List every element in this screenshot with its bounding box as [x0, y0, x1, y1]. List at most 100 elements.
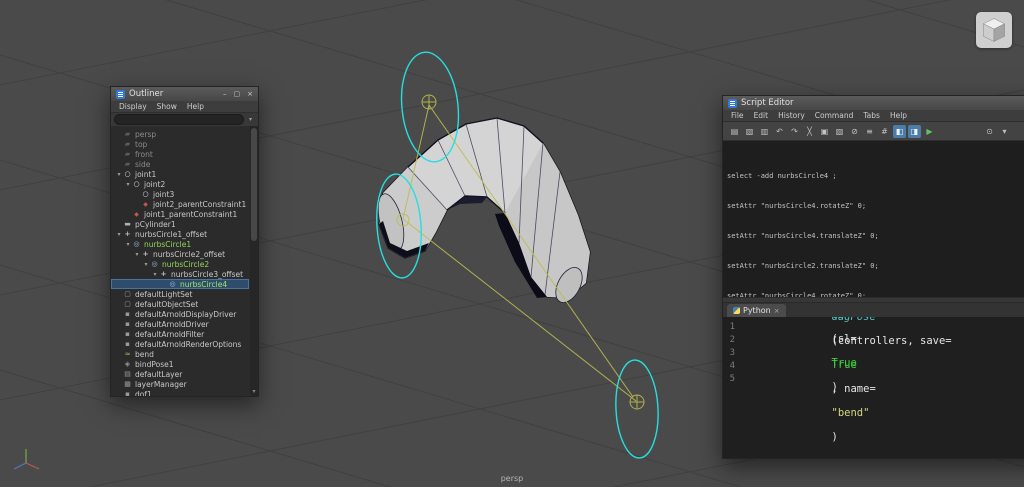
save-script-icon[interactable]: ▥ [758, 125, 771, 138]
item-label: joint3 [153, 190, 174, 199]
clear-history-icon[interactable]: ⊘ [848, 125, 861, 138]
expand-arrow-icon[interactable]: ▾ [124, 181, 132, 188]
redo-icon[interactable]: ↷ [788, 125, 801, 138]
outliner-item[interactable]: nurbsCircle4 [111, 279, 249, 289]
completion-toggle-icon[interactable]: ◨ [908, 125, 921, 138]
outliner-item[interactable]: defaultArnoldRenderOptions [111, 339, 249, 349]
paste-icon[interactable]: ▨ [833, 125, 846, 138]
outliner-item[interactable]: ▾ nurbsCircle1 [111, 239, 249, 249]
script-editor-menu-item[interactable]: Help [885, 111, 912, 120]
history-pane[interactable]: select -add nurbsCircle4 ; setAttr "nurb… [723, 141, 1024, 297]
outliner-item[interactable]: dof1 [111, 389, 249, 396]
view-cube-icon [979, 15, 1009, 45]
outliner-item[interactable]: ▾ nurbsCircle2 [111, 259, 249, 269]
outliner-item[interactable]: ▾ nurbsCircle2_offset [111, 249, 249, 259]
item-label: nurbsCircle4 [180, 280, 227, 289]
outliner-item[interactable]: top [111, 139, 249, 149]
item-type-icon [141, 199, 150, 210]
history-line: select -add nurbsCircle4 ; [727, 173, 1024, 181]
outliner-item[interactable]: ▾ joint1 [111, 169, 249, 179]
code-segment: dagPose [832, 317, 876, 323]
script-editor-menu-item[interactable]: Edit [749, 111, 774, 120]
execute-all-icon[interactable]: ▶ [923, 125, 936, 138]
history-line: setAttr "nurbsCircle2.translateZ" 0; [727, 263, 1024, 271]
outliner-item[interactable]: defaultArnoldDisplayDriver [111, 309, 249, 319]
outliner-titlebar[interactable]: Outliner – ▢ × [111, 87, 258, 101]
outliner-item[interactable]: defaultObjectSet [111, 299, 249, 309]
item-label: joint1_parentConstraint1 [144, 210, 237, 219]
tooltips-toggle-icon[interactable]: ◧ [893, 125, 906, 138]
close-button[interactable]: × [247, 87, 253, 101]
code-segment: , name= [832, 383, 876, 395]
outliner-menu-item[interactable]: Help [182, 102, 209, 111]
line-number: 1 [723, 322, 735, 332]
scroll-down-icon[interactable]: ▾ [250, 387, 258, 396]
outliner-item[interactable]: joint1_parentConstraint1 [111, 209, 249, 219]
script-editor-menu-item[interactable]: File [726, 111, 749, 120]
line-numbers-icon[interactable]: # [878, 125, 891, 138]
outliner-item[interactable]: layerManager [111, 379, 249, 389]
camera-label: persp [0, 474, 1024, 483]
outliner-item[interactable]: joint2_parentConstraint1 [111, 199, 249, 209]
maximize-button[interactable]: ▢ [234, 87, 241, 101]
cut-icon[interactable]: ╳ [803, 125, 816, 138]
item-type-icon [123, 359, 132, 369]
outliner-item[interactable]: front [111, 149, 249, 159]
expand-arrow-icon[interactable]: ▾ [115, 171, 123, 178]
expand-arrow-icon[interactable]: ▾ [124, 241, 132, 248]
item-type-icon [123, 229, 132, 239]
outliner-item[interactable]: side [111, 159, 249, 169]
expand-arrow-icon[interactable]: ▾ [133, 251, 141, 258]
outliner-item[interactable]: defaultLightSet [111, 289, 249, 299]
search-input[interactable] [114, 114, 244, 125]
filter-icon[interactable] [246, 116, 255, 123]
outliner-item[interactable]: bindPose1 [111, 359, 249, 369]
expand-arrow-icon[interactable]: ▾ [115, 231, 123, 238]
outliner-item[interactable]: ▾ joint2 [111, 179, 249, 189]
expand-arrow-icon[interactable]: ▾ [151, 271, 159, 278]
minimize-button[interactable]: – [223, 87, 227, 101]
script-editor-title: Script Editor [741, 98, 1024, 108]
outliner-item[interactable]: defaultArnoldFilter [111, 329, 249, 339]
item-type-icon [123, 129, 132, 139]
outliner-item[interactable]: ▾ nurbsCircle1_offset [111, 229, 249, 239]
outliner-tree[interactable]: persp top front side [111, 127, 258, 396]
script-editor-menu-item[interactable]: Tabs [858, 111, 885, 120]
tab-python[interactable]: Python × [727, 304, 786, 317]
outliner-item[interactable]: ▾ nurbsCircle3_offset [111, 269, 249, 279]
outliner-item[interactable]: joint3 [111, 189, 249, 199]
outliner-item[interactable]: defaultLayer [111, 369, 249, 379]
outliner-item[interactable]: bend [111, 349, 249, 359]
code-segment: ) [832, 431, 838, 443]
script-editor-menu-item[interactable]: Command [810, 111, 859, 120]
item-label: nurbsCircle2_offset [153, 250, 225, 259]
item-type-icon [123, 139, 132, 149]
line-number: 4 [723, 361, 735, 371]
item-type-icon [141, 189, 150, 199]
maya-main-window: persp Outliner – ▢ × Display Show Help [0, 0, 1024, 487]
options-icon[interactable]: ▾ [998, 125, 1011, 138]
script-editor-menubar: File Edit History Command Tabs Help [723, 110, 1024, 122]
script-editor-menu-item[interactable]: History [773, 111, 810, 120]
item-type-icon [123, 169, 132, 179]
tab-close-icon[interactable]: × [774, 307, 780, 315]
scrollbar-thumb[interactable] [251, 128, 257, 241]
outliner-item[interactable]: persp [111, 129, 249, 139]
open-script-icon[interactable]: ▧ [743, 125, 756, 138]
outliner-menu-item[interactable]: Show [152, 102, 182, 111]
tab-label: Python [743, 306, 771, 315]
outliner-item[interactable]: defaultArnoldDriver [111, 319, 249, 329]
search-icon[interactable]: ⊙ [983, 125, 996, 138]
undo-icon[interactable]: ↶ [773, 125, 786, 138]
polygon-mesh[interactable] [373, 118, 590, 307]
view-cube[interactable] [976, 12, 1012, 48]
outliner-menu-item[interactable]: Display [114, 102, 152, 111]
copy-icon[interactable]: ▣ [818, 125, 831, 138]
outliner-item[interactable]: pCylinder1 [111, 219, 249, 229]
new-script-icon[interactable]: ▤ [728, 125, 741, 138]
script-editor-titlebar[interactable]: Script Editor [723, 96, 1024, 110]
echo-all-commands-icon[interactable]: ≡ [863, 125, 876, 138]
outliner-scrollbar[interactable]: ▾ [250, 126, 258, 396]
expand-arrow-icon[interactable]: ▾ [142, 261, 150, 268]
python-input-pane[interactable]: 1 controllers = cmds. ls (sl= True ) [723, 317, 1024, 458]
